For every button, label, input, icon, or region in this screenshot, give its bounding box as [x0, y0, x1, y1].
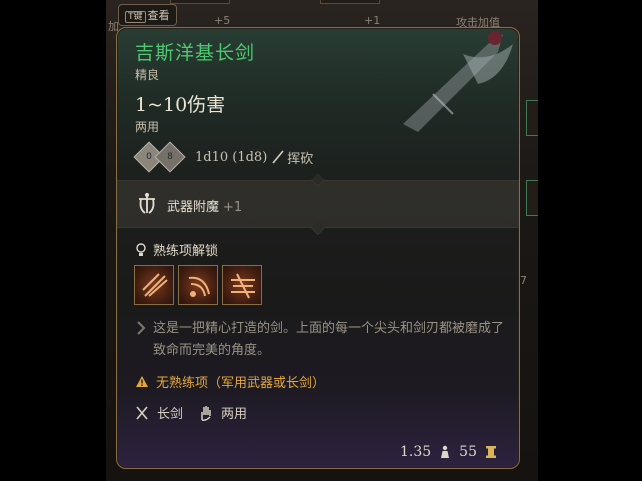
inventory-slot[interactable]: [170, 0, 230, 4]
slash-attack-icon[interactable]: [134, 265, 174, 305]
quote-icon: [137, 321, 146, 335]
damage-type: 挥砍: [287, 151, 314, 167]
item-title: 吉斯洋基长剑: [135, 42, 256, 64]
item-footer: 1.35 55: [400, 444, 497, 460]
side-number: 7: [520, 274, 527, 287]
hands-label: 两用: [221, 407, 248, 422]
proficiency-header: 熟练项解锁: [135, 240, 218, 259]
inspect-keytag[interactable]: T键 查看: [118, 4, 177, 26]
damage-range: 1~10伤害: [135, 94, 226, 116]
slot-bonus-right: +1: [364, 14, 381, 27]
dice-formula: 1d10 (1d8): [195, 149, 268, 165]
proficiency-actions: [134, 265, 262, 305]
weight-value: 1.35: [400, 444, 432, 460]
item-description: 这是一把精心打造的剑。上面的每一个尖头和剑刃都被磨成了致命而完美的角度。: [135, 318, 507, 362]
handedness-label: 两用: [135, 120, 160, 134]
right-letterbox: [538, 0, 642, 481]
inventory-slot[interactable]: [526, 180, 538, 216]
weapon-tags: 长剑 两用: [135, 403, 263, 422]
key-hint: T键: [125, 11, 146, 23]
weight-icon: [441, 445, 450, 458]
proficiency-header-label: 熟练项解锁: [153, 244, 219, 259]
gold-coin-icon: [486, 446, 496, 458]
inventory-slot[interactable]: [526, 100, 538, 136]
description-text: 这是一把精心打造的剑。上面的每一个尖头和剑刃都被磨成了致命而完美的角度。: [153, 321, 505, 358]
item-rarity: 精良: [135, 68, 160, 82]
inspect-label: 查看: [147, 9, 170, 22]
enchant-label: 武器附魔 +1: [167, 196, 242, 215]
die-two: 8: [154, 141, 186, 173]
proficiency-warning: 无熟练项（军用武器或长剑）: [135, 372, 325, 391]
item-tooltip: 吉斯洋基长剑 精良 1~10伤害 两用 0 8 1d10 (1d8) 挥砍 武器…: [116, 27, 520, 469]
gold-value: 55: [459, 444, 477, 460]
lightbulb-icon: [136, 242, 146, 256]
enchant-value: +1: [223, 200, 243, 215]
left-letterbox: [0, 0, 106, 481]
dice-icon: 0 8: [133, 141, 186, 173]
enchant-name: 武器附魔: [167, 200, 220, 215]
pommel-strike-icon[interactable]: [222, 265, 262, 305]
crossed-swords-icon: [136, 405, 148, 420]
inventory-slot[interactable]: [320, 0, 380, 4]
hands-tag: 两用: [199, 403, 247, 422]
sword-illustration-icon: [403, 31, 513, 132]
slot-bonus-left: +5: [214, 14, 231, 27]
lacerate-icon[interactable]: [178, 265, 218, 305]
warning-text: 无熟练项（军用武器或长剑）: [156, 376, 326, 391]
hand-icon: [201, 405, 211, 421]
weapon-type-label: 长剑: [157, 407, 184, 422]
enchant-icon: [139, 193, 155, 214]
weapon-type-tag: 长剑: [135, 403, 183, 422]
slash-damage-icon: [272, 150, 284, 164]
warning-icon: [136, 376, 148, 387]
dice-row: 0 8 1d10 (1d8) 挥砍: [133, 141, 314, 173]
